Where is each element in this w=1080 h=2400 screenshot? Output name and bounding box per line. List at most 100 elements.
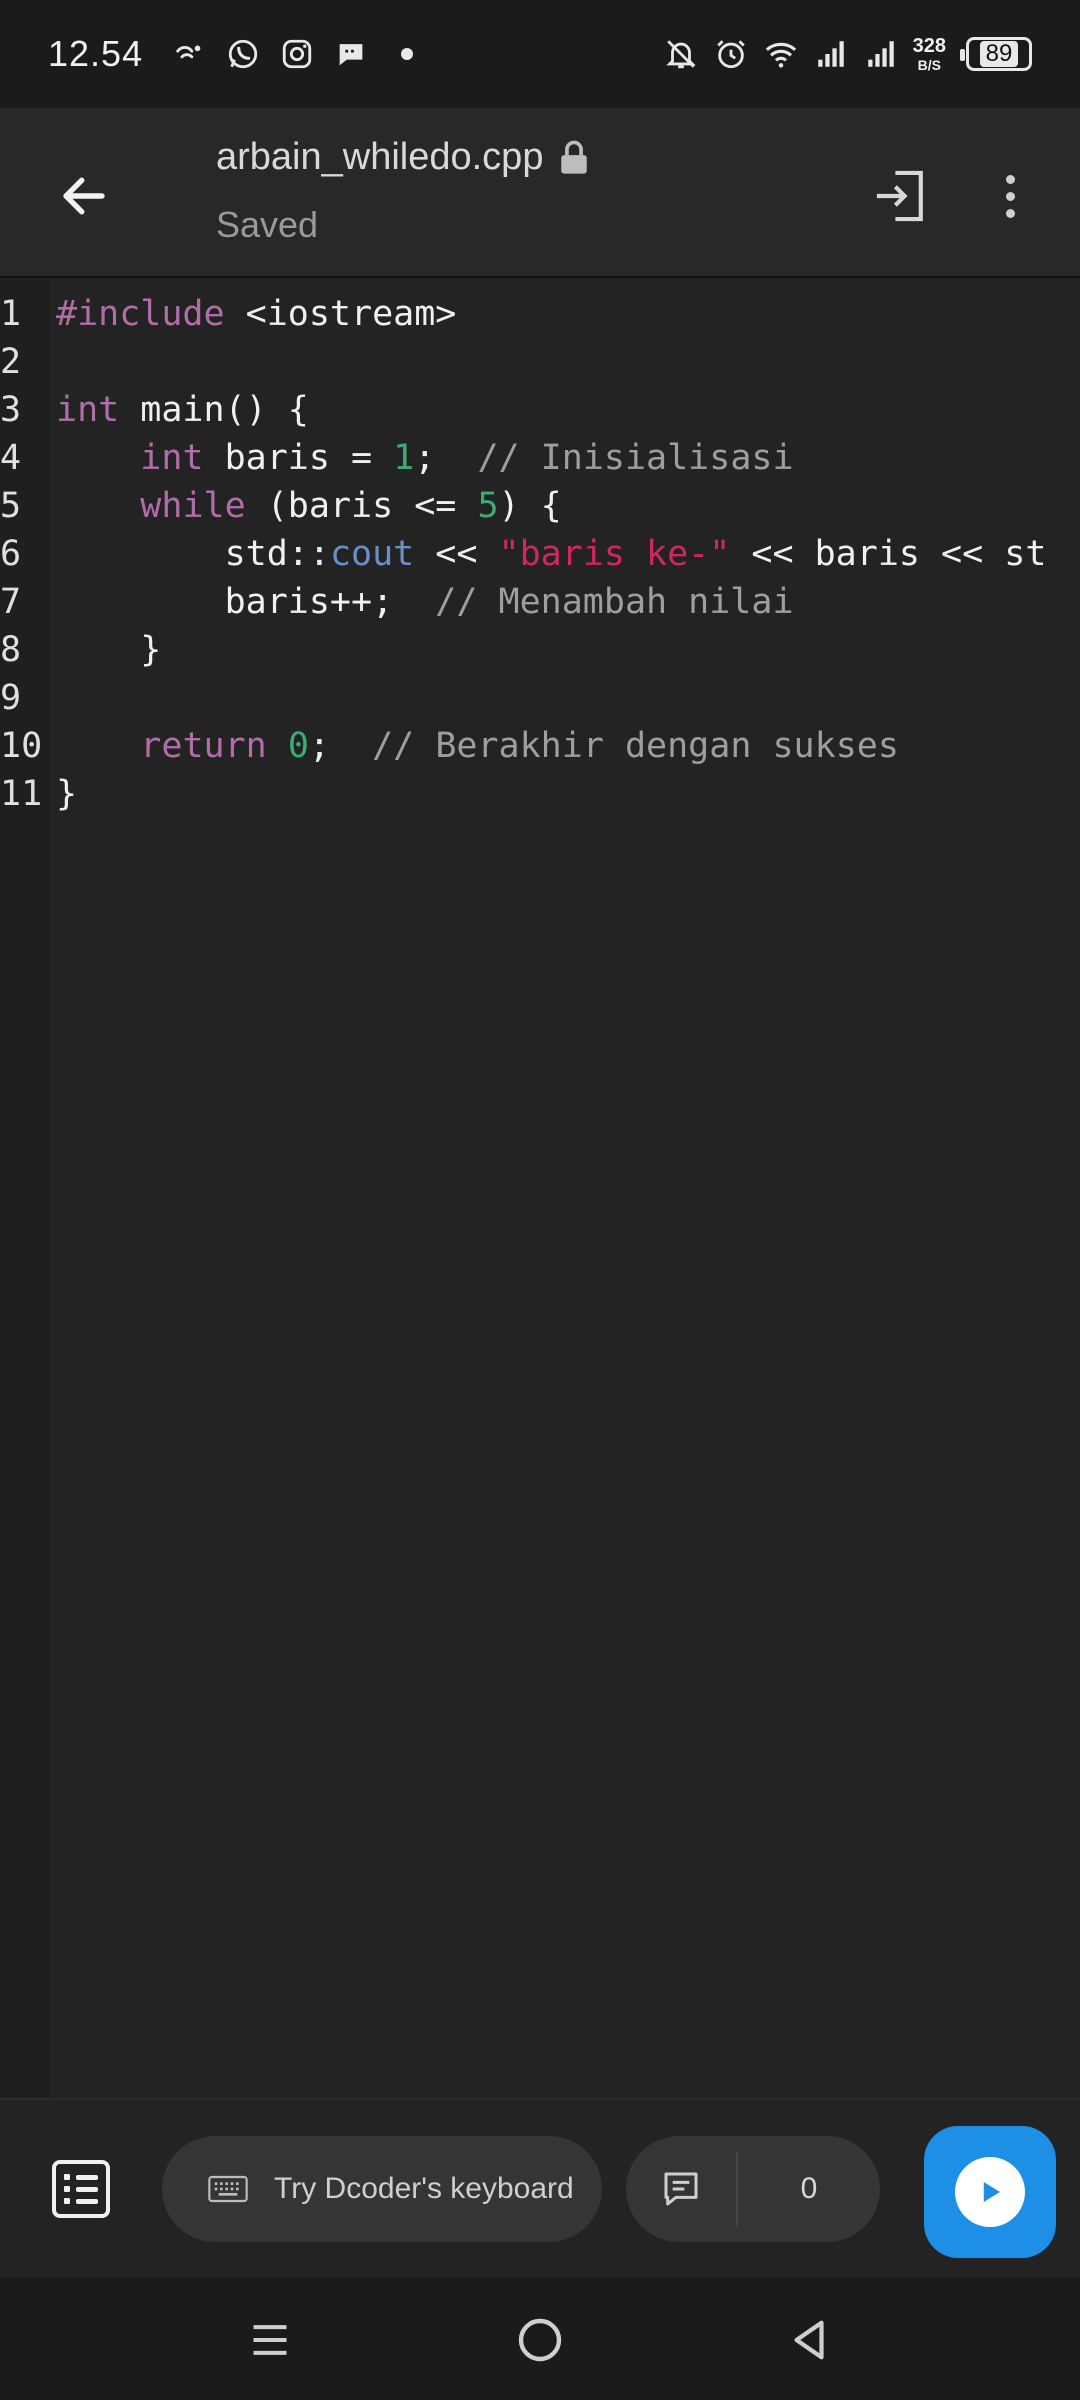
code-token: while xyxy=(140,486,246,526)
instagram-icon xyxy=(279,36,315,72)
code-token: } xyxy=(56,774,78,814)
more-vertical-icon xyxy=(1005,174,1015,184)
signal-icon xyxy=(863,36,899,72)
wifi-icon xyxy=(763,36,799,72)
code-token: << baris << st xyxy=(730,534,1047,574)
code-line[interactable]: 6 std::cout << "baris ke-" << baris << s… xyxy=(0,530,1080,578)
file-name[interactable]: arbain_whiledo.cpp xyxy=(216,136,543,179)
code-token: // Inisialisasi xyxy=(477,438,794,478)
code-token: "baris ke-" xyxy=(498,534,731,574)
code-token: #include xyxy=(56,294,225,334)
line-number: 10 xyxy=(0,726,43,766)
home-button[interactable] xyxy=(508,2308,572,2372)
bottom-toolbar: Try Dcoder's keyboard 0 xyxy=(0,2098,1080,2278)
code-line[interactable]: 11} xyxy=(0,770,1080,818)
code-line[interactable]: 1 #include <iostream> xyxy=(0,290,1080,338)
code-line[interactable]: 5 while (baris <= 5) { xyxy=(0,482,1080,530)
file-title-row[interactable]: arbain_whiledo.cpp xyxy=(216,136,591,179)
sign-in-icon xyxy=(876,170,923,222)
code-line[interactable]: 9 xyxy=(0,674,1080,722)
more-options-button[interactable] xyxy=(990,166,1030,226)
lock-icon xyxy=(561,140,588,174)
code-text[interactable]: baris++; // Menambah nilai xyxy=(56,578,794,626)
line-number: 11 xyxy=(0,774,43,814)
code-token: 0 xyxy=(287,726,309,766)
code-text[interactable]: std::cout << "baris ke-" << baris << st xyxy=(56,530,1047,578)
line-number: 9 xyxy=(0,678,22,718)
code-text[interactable]: #include <iostream> xyxy=(56,290,456,338)
line-number: 1 xyxy=(0,294,22,334)
app-bar: arbain_whiledo.cpp Saved xyxy=(0,108,1080,278)
code-line[interactable]: 8 } xyxy=(0,626,1080,674)
code-line[interactable]: 2 xyxy=(0,338,1080,386)
code-token: main() { xyxy=(119,390,309,430)
code-editor[interactable]: 1 #include <iostream> 2 3 int main() {4 int … xyxy=(0,280,1080,2098)
system-nav-bar xyxy=(0,2278,1080,2400)
line-number: 2 xyxy=(0,342,22,382)
line-number: 8 xyxy=(0,630,22,670)
status-left: 12.54 xyxy=(48,33,414,75)
code-token: 1 xyxy=(393,438,415,478)
exit-button[interactable] xyxy=(872,166,928,226)
battery-level: 89 xyxy=(979,41,1019,67)
message-icon xyxy=(333,36,369,72)
system-back-button[interactable] xyxy=(778,2308,842,2372)
recent-apps-button[interactable] xyxy=(238,2308,302,2372)
comments-button[interactable]: 0 xyxy=(626,2136,880,2242)
code-token: int xyxy=(140,438,204,478)
code-token: ) { xyxy=(498,486,562,526)
alarm-icon xyxy=(713,36,749,72)
network-speed-value: 328 xyxy=(912,35,946,57)
code-text[interactable]: } xyxy=(56,626,161,674)
dcoder-keyboard-button[interactable]: Try Dcoder's keyboard xyxy=(162,2136,602,2242)
code-text[interactable]: int main() { xyxy=(56,386,309,434)
line-number: 6 xyxy=(0,534,22,574)
home-icon xyxy=(518,2318,562,2362)
code-line[interactable]: 3 int main() { xyxy=(0,386,1080,434)
file-save-status: Saved xyxy=(216,204,319,245)
code-line[interactable]: 4 int baris = 1; // Inisialisasi xyxy=(0,434,1080,482)
status-right: 328 B/S 89 xyxy=(663,36,1032,72)
code-text[interactable]: while (baris <= 5) { xyxy=(56,482,562,530)
battery-icon: 89 xyxy=(960,37,1032,71)
code-line[interactable]: 10 return 0; // Berakhir dengan sukses xyxy=(0,722,1080,770)
back-icon xyxy=(794,2320,824,2360)
code-line[interactable]: 7 baris++; // Menambah nilai xyxy=(0,578,1080,626)
code-text[interactable]: } xyxy=(56,770,77,818)
code-token: baris = xyxy=(203,438,394,478)
line-number: 3 xyxy=(0,390,22,430)
play-icon xyxy=(983,2182,1000,2202)
code-token: ; xyxy=(414,438,478,478)
code-token: <iostream> xyxy=(224,294,457,334)
code-text[interactable]: int baris = 1; // Inisialisasi xyxy=(56,434,794,482)
notification-dot-icon xyxy=(401,48,414,60)
line-number: 4 xyxy=(0,438,22,478)
status-bar: 12.54 328 B/S 89 xyxy=(0,0,1080,108)
outline-button[interactable] xyxy=(52,2160,110,2218)
code-token: << xyxy=(414,534,499,574)
line-number: 7 xyxy=(0,582,22,622)
code-token: int xyxy=(56,390,120,430)
keyboard-label: Try Dcoder's keyboard xyxy=(274,2172,574,2205)
signal-icon xyxy=(813,36,849,72)
network-speed: 328 B/S xyxy=(913,36,946,72)
code-token: cout xyxy=(329,534,415,574)
code-token: 5 xyxy=(477,486,499,526)
back-button[interactable] xyxy=(48,160,120,232)
status-time: 12.54 xyxy=(48,33,144,74)
code-token: return xyxy=(140,726,267,766)
code-token: std:: xyxy=(56,534,330,574)
run-button[interactable] xyxy=(924,2126,1056,2258)
code-text[interactable]: return 0; // Berakhir dengan sukses xyxy=(56,722,899,770)
menu-icon xyxy=(253,2325,287,2355)
code-token: // Berakhir dengan sukses xyxy=(372,726,899,766)
keyboard-icon xyxy=(208,2175,248,2203)
arrow-left-icon xyxy=(63,177,105,215)
code-token: // Menambah nilai xyxy=(435,582,794,622)
tiktok-icon xyxy=(171,36,207,72)
comment-count: 0 xyxy=(800,2172,818,2205)
